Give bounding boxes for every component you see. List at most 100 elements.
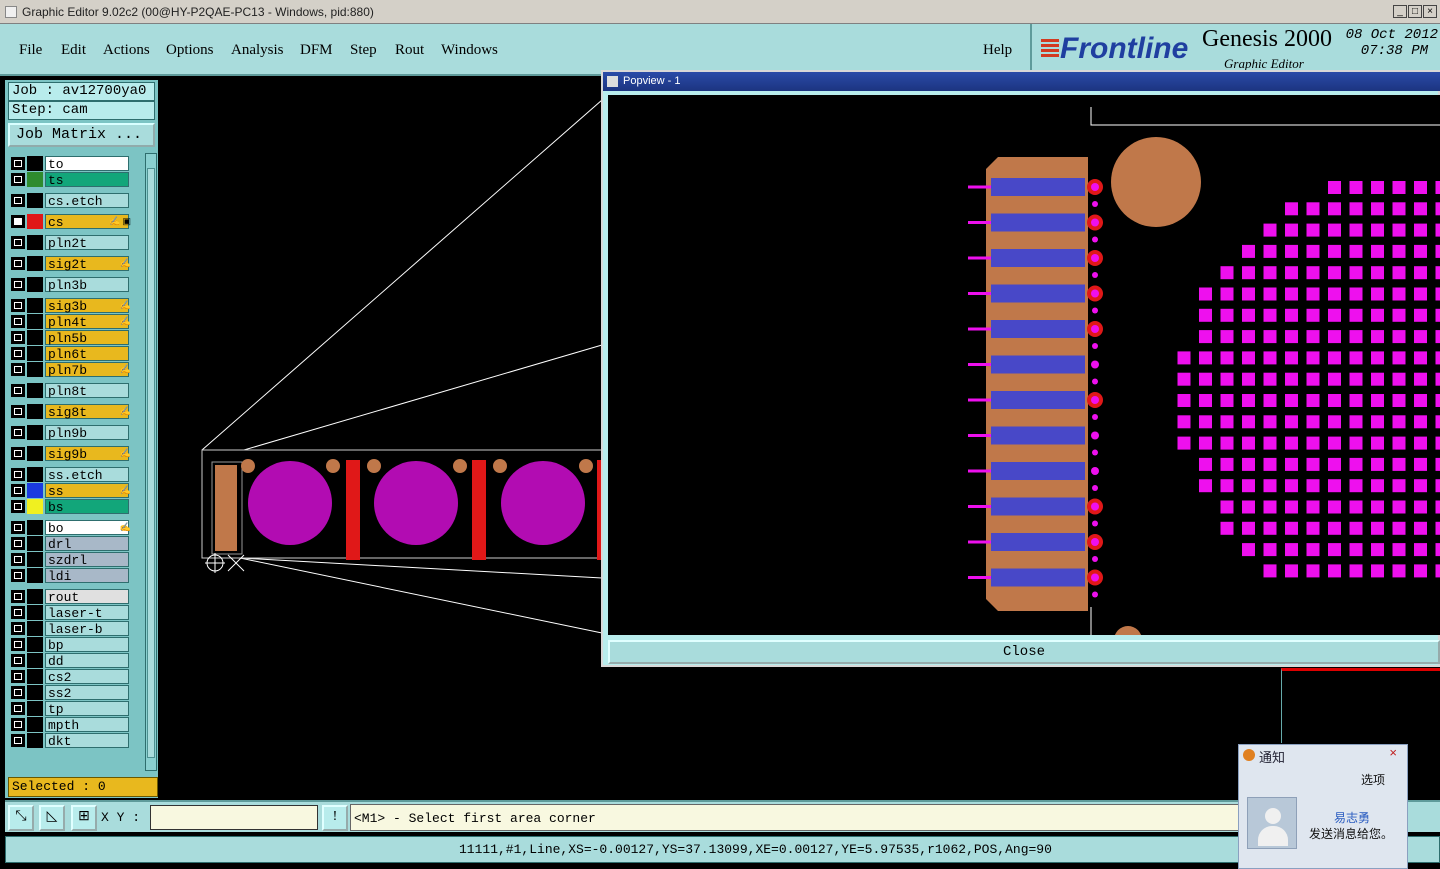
layer-name[interactable]: ldi bbox=[45, 568, 129, 584]
layer-name[interactable]: sig9b bbox=[45, 446, 129, 462]
job-matrix-button[interactable]: Job Matrix ... bbox=[8, 123, 155, 147]
layer-row-pln5b[interactable]: pln5b bbox=[8, 330, 134, 346]
layer-color-swatch[interactable] bbox=[27, 172, 43, 187]
layer-color-swatch[interactable] bbox=[27, 314, 43, 329]
layer-row-ss2[interactable]: ss2 bbox=[8, 685, 134, 701]
layer-name[interactable]: bo bbox=[45, 520, 129, 536]
layer-name[interactable]: cs2 bbox=[45, 669, 129, 685]
layer-row-szdrl[interactable]: szdrl bbox=[8, 552, 134, 568]
layer-row-cs[interactable]: cs ✍ ▣ bbox=[8, 214, 134, 230]
layer-checkbox[interactable] bbox=[11, 670, 25, 683]
layer-checkbox[interactable] bbox=[11, 553, 25, 566]
zoom-area-icon[interactable]: ⤡ bbox=[8, 805, 34, 831]
layer-color-swatch[interactable] bbox=[27, 653, 43, 668]
layer-checkbox[interactable] bbox=[11, 484, 25, 497]
layer-row-drl[interactable]: drl bbox=[8, 536, 134, 552]
layer-name[interactable]: laser-t bbox=[45, 605, 129, 621]
notification-close-icon[interactable]: × bbox=[1389, 745, 1397, 760]
layer-color-swatch[interactable] bbox=[27, 446, 43, 461]
menu-analysis[interactable]: Analysis bbox=[231, 42, 284, 59]
layer-checkbox[interactable] bbox=[11, 702, 25, 715]
layer-checkbox[interactable] bbox=[11, 405, 25, 418]
layer-name[interactable]: pln8t bbox=[45, 383, 129, 399]
grid-icon[interactable]: ⊞ bbox=[71, 805, 97, 831]
layer-row-cs-etch[interactable]: cs.etch bbox=[8, 193, 134, 209]
minimize-button[interactable]: _ bbox=[1393, 5, 1407, 18]
menu-options[interactable]: Options bbox=[166, 42, 214, 59]
layer-row-dkt[interactable]: dkt bbox=[8, 733, 134, 749]
layer-row-pln3b[interactable]: pln3b bbox=[8, 277, 134, 293]
maximize-button[interactable]: □ bbox=[1408, 5, 1422, 18]
layer-checkbox[interactable] bbox=[11, 347, 25, 360]
menu-help[interactable]: Help bbox=[983, 42, 1012, 59]
layer-color-swatch[interactable] bbox=[27, 277, 43, 292]
layer-name[interactable]: ts bbox=[45, 172, 129, 188]
layer-color-swatch[interactable] bbox=[27, 193, 43, 208]
layer-checkbox[interactable] bbox=[11, 606, 25, 619]
layer-color-swatch[interactable] bbox=[27, 499, 43, 514]
layer-color-swatch[interactable] bbox=[27, 717, 43, 732]
notification-sender[interactable]: 易志勇 bbox=[1334, 809, 1370, 826]
layer-row-to[interactable]: to bbox=[8, 156, 134, 172]
layer-checkbox[interactable] bbox=[11, 500, 25, 513]
layer-checkbox[interactable] bbox=[11, 569, 25, 582]
layer-checkbox[interactable] bbox=[11, 622, 25, 635]
layer-color-swatch[interactable] bbox=[27, 552, 43, 567]
notification-options-link[interactable]: 选项 bbox=[1361, 771, 1385, 788]
layer-checkbox[interactable] bbox=[11, 734, 25, 747]
layer-color-swatch[interactable] bbox=[27, 589, 43, 604]
menu-dfm[interactable]: DFM bbox=[300, 42, 333, 59]
layer-name[interactable]: tp bbox=[45, 701, 129, 717]
layer-name[interactable]: cs.etch bbox=[45, 193, 129, 209]
layer-row-tp[interactable]: tp bbox=[8, 701, 134, 717]
menu-actions[interactable]: Actions bbox=[103, 42, 150, 59]
popview-close-button[interactable]: Close bbox=[608, 640, 1440, 664]
layer-color-swatch[interactable] bbox=[27, 256, 43, 271]
menu-edit[interactable]: Edit bbox=[61, 42, 86, 59]
layer-row-sig3b[interactable]: sig3b ✍ bbox=[8, 298, 134, 314]
layer-color-swatch[interactable] bbox=[27, 701, 43, 716]
layer-checkbox[interactable] bbox=[11, 384, 25, 397]
layer-row-ss[interactable]: ss ✍ bbox=[8, 483, 134, 499]
layer-color-swatch[interactable] bbox=[27, 298, 43, 313]
layer-row-laser-t[interactable]: laser-t bbox=[8, 605, 134, 621]
layer-checkbox[interactable] bbox=[11, 315, 25, 328]
layer-color-swatch[interactable] bbox=[27, 467, 43, 482]
layer-checkbox[interactable] bbox=[11, 537, 25, 550]
layer-checkbox[interactable] bbox=[11, 447, 25, 460]
layer-color-swatch[interactable] bbox=[27, 685, 43, 700]
layer-checkbox[interactable] bbox=[11, 257, 25, 270]
layer-name[interactable]: pln2t bbox=[45, 235, 129, 251]
menu-step[interactable]: Step bbox=[350, 42, 377, 59]
layer-color-swatch[interactable] bbox=[27, 425, 43, 440]
layer-name[interactable]: pln9b bbox=[45, 425, 129, 441]
layer-row-ldi[interactable]: ldi bbox=[8, 568, 134, 584]
layer-checkbox[interactable] bbox=[11, 173, 25, 186]
popview-canvas[interactable] bbox=[608, 95, 1440, 635]
exclamation-icon[interactable]: ! bbox=[322, 805, 348, 831]
layer-name[interactable]: dd bbox=[45, 653, 129, 669]
layer-name[interactable]: ss2 bbox=[45, 685, 129, 701]
menu-file[interactable]: File bbox=[19, 42, 42, 59]
layer-row-pln4t[interactable]: pln4t ✍ bbox=[8, 314, 134, 330]
layer-row-pln2t[interactable]: pln2t bbox=[8, 235, 134, 251]
layer-color-swatch[interactable] bbox=[27, 214, 43, 229]
layer-color-swatch[interactable] bbox=[27, 536, 43, 551]
layer-name[interactable]: sig2t bbox=[45, 256, 129, 272]
layer-checkbox[interactable] bbox=[11, 215, 25, 228]
layer-row-rout[interactable]: rout bbox=[8, 589, 134, 605]
layer-checkbox[interactable] bbox=[11, 278, 25, 291]
menu-rout[interactable]: Rout bbox=[395, 42, 424, 59]
layer-row-pln9b[interactable]: pln9b bbox=[8, 425, 134, 441]
layer-row-cs2[interactable]: cs2 bbox=[8, 669, 134, 685]
layer-checkbox[interactable] bbox=[11, 363, 25, 376]
layer-row-pln6t[interactable]: pln6t bbox=[8, 346, 134, 362]
layer-row-pln7b[interactable]: pln7b ✍ bbox=[8, 362, 134, 378]
avatar[interactable] bbox=[1247, 797, 1297, 849]
layer-row-mpth[interactable]: mpth bbox=[8, 717, 134, 733]
layer-row-sig2t[interactable]: sig2t ✍ bbox=[8, 256, 134, 272]
layer-name[interactable]: dkt bbox=[45, 733, 129, 749]
layer-color-swatch[interactable] bbox=[27, 235, 43, 250]
layer-color-swatch[interactable] bbox=[27, 383, 43, 398]
layer-checkbox[interactable] bbox=[11, 521, 25, 534]
